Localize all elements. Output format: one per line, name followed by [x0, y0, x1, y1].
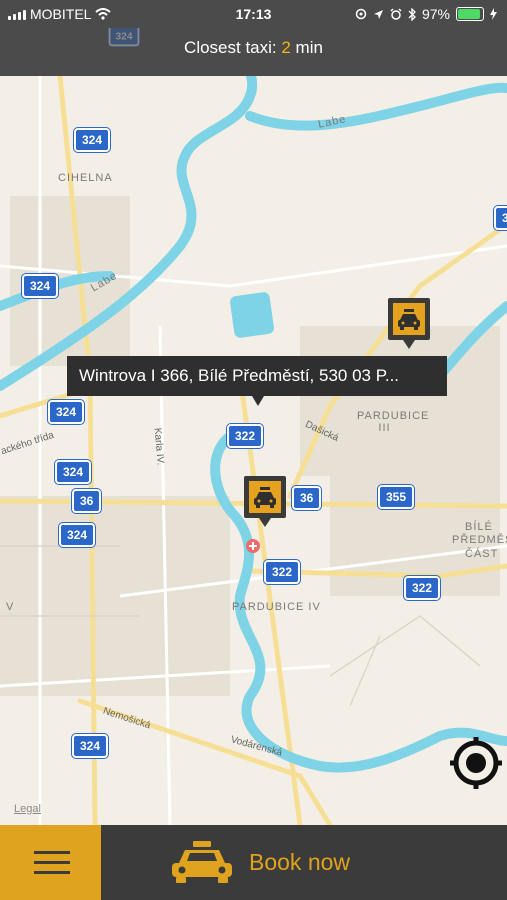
- taxi-car-icon: [254, 487, 276, 508]
- road-number-badge: 36: [292, 486, 322, 510]
- district-label: ČÁST: [465, 548, 499, 560]
- closest-taxi-banner: 324 Closest taxi: 2 min: [0, 25, 507, 76]
- road-number-badge: 324: [494, 206, 507, 230]
- road-number-badge: 324: [74, 128, 111, 152]
- road-number-badge: 324: [48, 400, 85, 424]
- battery-percent: 97%: [421, 6, 450, 22]
- road-number-badge: 324: [22, 274, 59, 298]
- screen-lock-icon: [355, 8, 367, 20]
- road-number-badge: 322: [227, 424, 264, 448]
- road-number-badge: 324: [72, 734, 109, 758]
- status-icons: 97%: [355, 6, 497, 22]
- district-label: PARDUBICE IV: [232, 601, 321, 613]
- map-view[interactable]: Labe Labe CIHELNA PARDUBICE III PARDUBIC…: [0, 76, 507, 825]
- book-now-label: Book now: [249, 849, 351, 875]
- closest-taxi-text: Closest taxi: 2 min: [184, 38, 323, 57]
- closest-taxi-minutes: 2: [281, 38, 291, 57]
- map-background: [0, 76, 507, 825]
- alarm-icon: [390, 8, 402, 20]
- road-number-badge: 322: [404, 576, 441, 600]
- road-number-badge: 324: [59, 523, 96, 547]
- road-number-badge: 36: [72, 489, 102, 513]
- book-now-button[interactable]: Book now: [101, 825, 507, 900]
- district-label: PARDUBICE III: [357, 410, 430, 434]
- district-label: CIHELNA: [58, 172, 113, 184]
- locate-me-icon[interactable]: [448, 735, 504, 791]
- edge-label: V: [6, 601, 15, 613]
- road-number-badge: 324: [55, 460, 92, 484]
- menu-button[interactable]: [0, 825, 101, 900]
- pickup-address-callout[interactable]: Wintrova I 366, Bílé Předměstí, 530 03 P…: [67, 356, 447, 406]
- bottom-bar: Book now: [0, 825, 507, 900]
- charging-icon: [490, 8, 497, 20]
- legal-link[interactable]: Legal: [14, 803, 41, 815]
- road-number-badge: 355: [378, 485, 415, 509]
- taxi-car-icon: [172, 841, 232, 883]
- taxi-marker[interactable]: [388, 298, 430, 349]
- status-bar: MOBITEL 17:13 97%: [0, 0, 507, 28]
- battery-icon: [456, 7, 484, 21]
- bluetooth-icon: [408, 7, 416, 21]
- road-number-badge: 322: [264, 560, 301, 584]
- district-label: BÍLÉ: [465, 521, 493, 533]
- taxi-marker[interactable]: [244, 476, 286, 527]
- district-label: PŘEDMĚSTÍ: [452, 534, 507, 546]
- taxi-car-icon: [398, 309, 420, 330]
- location-icon: [373, 9, 383, 19]
